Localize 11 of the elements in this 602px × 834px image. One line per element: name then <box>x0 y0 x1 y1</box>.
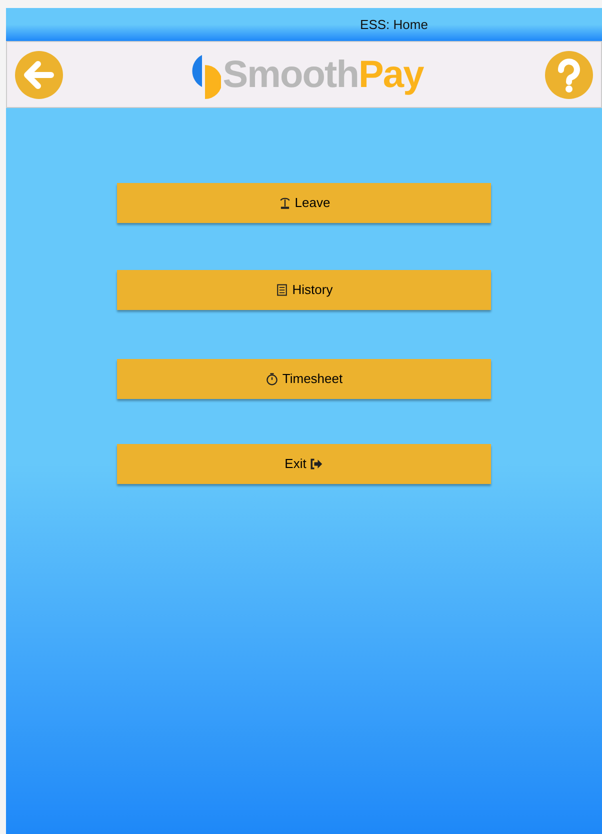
stopwatch-icon <box>265 372 280 386</box>
exit-icon <box>309 457 324 471</box>
logo: SmoothPay <box>184 50 424 98</box>
window-title: ESS: Home <box>360 16 428 34</box>
menu-button[interactable]: Leave <box>117 183 491 223</box>
back-icon[interactable] <box>15 50 63 98</box>
list-icon <box>275 283 290 297</box>
menu-button[interactable]: History <box>117 270 491 310</box>
menu-button[interactable]: Exit <box>117 444 491 484</box>
menu-button[interactable]: Timesheet <box>117 359 491 399</box>
help-icon[interactable] <box>545 50 593 98</box>
